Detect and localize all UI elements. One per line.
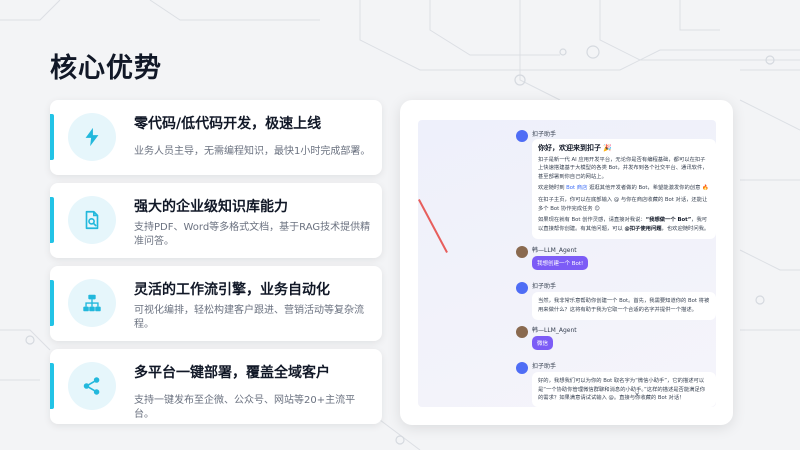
bot-avatar <box>516 282 528 294</box>
document-search-icon <box>85 210 99 230</box>
card-icon-badge <box>68 362 116 410</box>
text: “我想做一个 Bot” <box>645 217 692 224</box>
bot-avatar <box>516 362 528 374</box>
text: 如果现在就有 Bot 创作灵感，请直接对我说： <box>538 217 646 224</box>
slide-title: 核心优势 <box>50 53 162 84</box>
bot-name: 扣子助手 <box>532 131 557 138</box>
feature-card-workflow: 灵活的工作流引擎，业务自动化 可视化编排，轻松构建客户跟进、营销活动等复杂流程。 <box>50 266 382 341</box>
welcome-paragraph: 在扣子主页，你可以在底部输入 @ 与你在商店收藏的 Bot 对话，还能让多个 B… <box>538 196 708 212</box>
card-accent-bar <box>50 114 54 160</box>
user-message: 微信 <box>532 336 554 350</box>
card-title: 零代码/低代码开发，极速上线 <box>134 116 322 132</box>
card-title: 灵活的工作流引擎，业务自动化 <box>134 282 330 298</box>
welcome-message: 你好，欢迎来到扣子 🎉 扣子是新一代 AI 应用开发平台，无论你是否有编程基础，… <box>532 139 716 239</box>
bot-avatar <box>516 130 528 142</box>
welcome-paragraph: 欢迎随时到 Bot 商店 逛逛其他开发者做的 Bot，希望能激发你的创意 🔥 <box>538 184 710 193</box>
welcome-title: 你好，欢迎来到扣子 🎉 <box>538 144 613 152</box>
red-annotation-line <box>418 199 448 253</box>
chat-screenshot: 扣子助手 你好，欢迎来到扣子 🎉 扣子是新一代 AI 应用开发平台，无论你是否有… <box>418 120 716 407</box>
card-accent-bar <box>50 363 54 409</box>
card-description: 支持PDF、Word等多格式文档，基于RAG技术提供精准问答。 <box>134 222 371 247</box>
bot-reply: 当然，我非常乐意帮助你创建一个 Bot。首先，我需要知道你的 Bot 将被用来做… <box>532 292 716 320</box>
card-icon-badge <box>68 279 116 327</box>
close-icon[interactable]: ✕ <box>634 391 640 399</box>
feature-card-low-code: 零代码/低代码开发，极速上线 业务人员主导，无需编程知识，最快1小时完成部署。 <box>50 100 382 175</box>
card-accent-bar <box>50 197 54 243</box>
bot-reply-text: 好的，我想我们可以为你的 Bot 取名字为“微信小助手”，它的描述可以是“一个协… <box>538 378 706 402</box>
text: 逛逛其他开发者做的 Bot，希望能激发你的创意 🔥 <box>587 185 709 192</box>
share-icon <box>83 377 100 395</box>
bot-name: 扣子助手 <box>532 283 557 290</box>
welcome-paragraph: 扣子是新一代 AI 应用开发平台，无论你是否有编程基础，都可以在扣子上快速搭建基… <box>538 156 708 180</box>
card-description: 支持一键发布至企微、公众号、网站等20+主流平台。 <box>134 395 356 420</box>
card-title: 强大的企业级知识库能力 <box>134 199 288 215</box>
feature-card-knowledge-base: 强大的企业级知识库能力 支持PDF、Word等多格式文档，基于RAG技术提供精准… <box>50 183 382 258</box>
text: 欢迎随时到 <box>538 185 567 192</box>
card-title: 多平台一键部署，覆盖全域客户 <box>134 365 330 381</box>
user-name: 韩—LLM_Agent <box>532 327 577 334</box>
card-icon-badge <box>68 196 116 244</box>
workflow-icon <box>83 294 101 312</box>
user-avatar <box>516 246 528 258</box>
lightning-icon <box>85 127 99 147</box>
bot-store-link[interactable]: Bot 商店 <box>566 185 587 191</box>
text: @扣子使用问题 <box>624 225 662 232</box>
card-accent-bar <box>50 280 54 326</box>
card-description: 可视化编排，轻松构建客户跟进、营销活动等复杂流程。 <box>134 305 364 330</box>
bot-name: 扣子助手 <box>532 363 557 370</box>
chat-screenshot-frame: 扣子助手 你好，欢迎来到扣子 🎉 扣子是新一代 AI 应用开发平台，无论你是否有… <box>400 100 733 425</box>
user-avatar <box>516 326 528 338</box>
bot-reply: 好的，我想我们可以为你的 Bot 取名字为“微信小助手”，它的描述可以是“一个协… <box>532 372 716 407</box>
text: 有其他问题，可以 <box>580 225 625 232</box>
welcome-paragraph: 如果现在就有 Bot 创作灵感，请直接对我说：“我想做一个 Bot”，我可以直接… <box>538 216 710 233</box>
feature-card-multi-platform: 多平台一键部署，覆盖全域客户 支持一键发布至企微、公众号、网站等20+主流平台。 <box>50 349 382 424</box>
card-description: 业务人员主导，无需编程知识，最快1小时完成部署。 <box>134 146 371 157</box>
card-icon-badge <box>68 113 116 161</box>
user-message: 我想创建一个 Bot! <box>532 256 589 270</box>
text: ，也欢迎随时问我。 <box>661 225 710 232</box>
user-name: 韩—LLM_Agent <box>532 247 577 254</box>
